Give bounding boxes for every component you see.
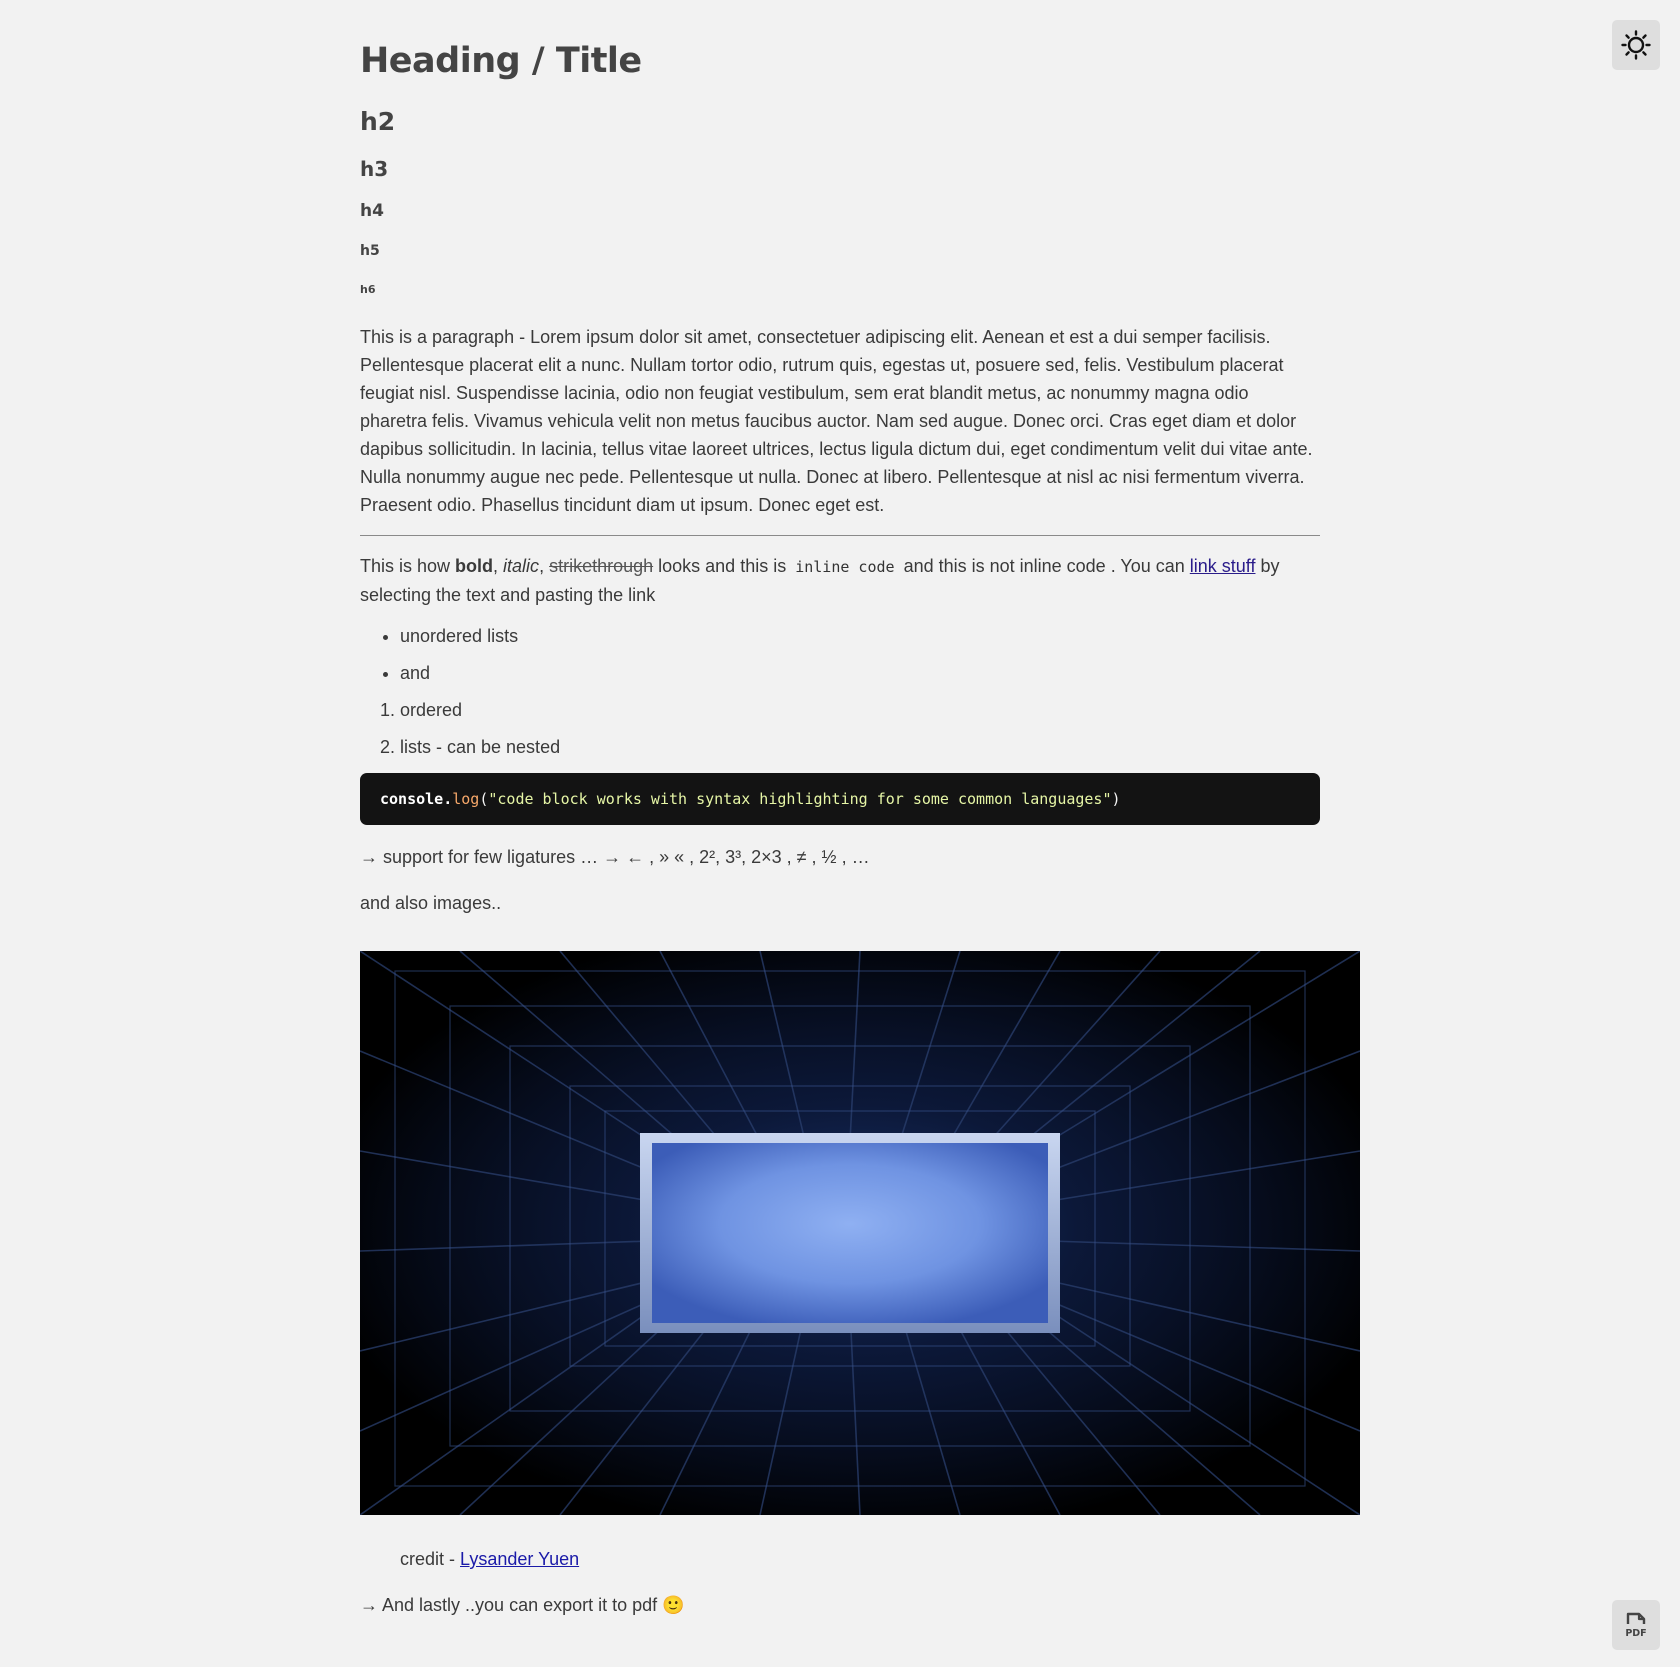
export-text: → And lastly ..you can export it to pdf xyxy=(360,1595,663,1615)
lists: unordered lists and ordered lists - can … xyxy=(360,625,1320,758)
italic-text: italic xyxy=(503,556,540,576)
list-item: and xyxy=(400,662,1320,684)
code-token-dot: . xyxy=(443,790,453,808)
theme-toggle-button[interactable] xyxy=(1612,20,1660,70)
text-segment: , xyxy=(493,556,504,576)
strikethrough-text: strikethrough xyxy=(549,556,654,576)
heading-h4: h4 xyxy=(360,201,384,221)
page: Heading / Title h2 h3 h4 h5 h6 This is a… xyxy=(0,0,1680,1667)
link-stuff[interactable]: link stuff xyxy=(1190,556,1256,576)
export-note: → And lastly ..you can export it to pdf … xyxy=(360,1591,1320,1619)
sky-window xyxy=(652,1143,1048,1323)
image-credit: credit - Lysander Yuen xyxy=(360,1545,1320,1573)
heading-h3: h3 xyxy=(360,157,389,181)
text-segment: , xyxy=(539,556,550,576)
editor-content[interactable]: Heading / Title h2 h3 h4 h5 h6 This is a… xyxy=(360,40,1360,1619)
heading-h2: h2 xyxy=(360,107,396,136)
code-block[interactable]: console.log("code block works with synta… xyxy=(360,773,1320,825)
heading-h6: h6 xyxy=(360,283,376,296)
bold-text: bold xyxy=(455,556,494,576)
heading-h5: h5 xyxy=(360,243,380,259)
credit-prefix: credit - xyxy=(400,1549,461,1569)
export-pdf-button[interactable]: PDF xyxy=(1612,1600,1660,1650)
ordered-list: ordered lists - can be nested xyxy=(360,699,1320,758)
code-token-paren: ) xyxy=(1111,790,1121,808)
list-item: lists - can be nested xyxy=(400,736,1320,758)
list-item: unordered lists xyxy=(400,625,1320,647)
credit-author-link[interactable]: Lysander Yuen xyxy=(460,1549,579,1569)
formatting-paragraph: This is how bold, italic, strikethrough … xyxy=(360,552,1320,609)
lorem-paragraph: This is a paragraph - Lorem ipsum dolor … xyxy=(360,327,1313,515)
inline-code: inline code xyxy=(795,558,895,576)
ligatures-line: → support for few ligatures … → ← , » « … xyxy=(360,847,870,867)
code-token-string: "code block works with syntax highlighti… xyxy=(488,790,1112,808)
page-title: Heading / Title xyxy=(360,41,642,81)
sun-icon xyxy=(1621,30,1651,60)
code-token-object: console xyxy=(380,790,444,808)
list-item: ordered xyxy=(400,699,1320,721)
divider xyxy=(360,535,1320,536)
unordered-list: unordered lists and xyxy=(360,625,1320,684)
text-segment: and this is not inline code . You can xyxy=(898,556,1190,576)
smile-emoji-icon: 🙂 xyxy=(662,1595,685,1615)
hero-image xyxy=(360,951,1360,1515)
pdf-icon: PDF xyxy=(1625,1612,1647,1639)
pdf-label: PDF xyxy=(1625,1628,1646,1639)
images-intro: and also images.. xyxy=(360,893,502,913)
code-token-function: log xyxy=(452,790,480,808)
text-segment: This is how xyxy=(360,556,456,576)
text-segment: looks and this is xyxy=(653,556,792,576)
